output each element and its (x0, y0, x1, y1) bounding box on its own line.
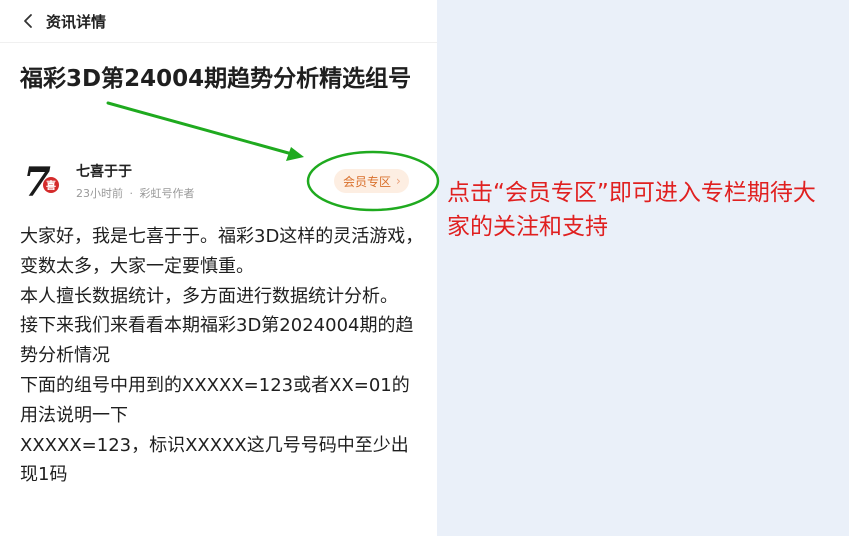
annotation-text: 点击“会员专区”即可进入专栏期待大家的关注和支持 (447, 180, 816, 240)
article-body: 大家好，我是七喜于于。福彩3D这样的灵活游戏，变数太多，大家一定要慎重。 本人擅… (20, 222, 425, 490)
author-meta: 23小时前 · 彩虹号作者 (76, 185, 195, 201)
author-role: 彩虹号作者 (139, 187, 195, 200)
top-bar: 资讯详情 (0, 0, 437, 43)
paragraph-3: 接下来我们来看看本期福彩3D第2024004期的趋势分析情况 (20, 315, 414, 367)
member-zone-label: 会员专区 (343, 174, 392, 189)
meta-separator: · (129, 187, 134, 200)
author-row: 7 喜 七喜于于 23小时前 · 彩虹号作者 会员专区 › (20, 157, 425, 205)
author-name[interactable]: 七喜于于 (76, 161, 132, 181)
chevron-left-icon (24, 14, 32, 28)
app-screen: 资讯详情 福彩3D第24004期趋势分析精选组号 7 喜 七喜于于 23小时前 … (0, 0, 437, 536)
member-zone-button[interactable]: 会员专区 › (334, 169, 409, 193)
avatar[interactable]: 7 喜 (22, 160, 62, 202)
chevron-right-icon: › (396, 174, 401, 188)
paragraph-4: 下面的组号中用到的XXXXX=123或者XX=01的用法说明一下 (20, 374, 410, 426)
paragraph-2: 本人擅长数据统计，多方面进行数据统计分析。 (20, 285, 398, 307)
post-time: 23小时前 (76, 187, 123, 200)
paragraph-1: 大家好，我是七喜于于。福彩3D这样的灵活游戏，变数太多，大家一定要慎重。 (20, 226, 424, 277)
article-title: 福彩3D第24004期趋势分析精选组号 (20, 66, 412, 92)
paragraph-5: XXXXX=123，标识XXXXX这几号号码中至少出现1码 (20, 434, 409, 486)
page-title: 资讯详情 (46, 12, 107, 31)
avatar-badge: 喜 (46, 179, 56, 192)
